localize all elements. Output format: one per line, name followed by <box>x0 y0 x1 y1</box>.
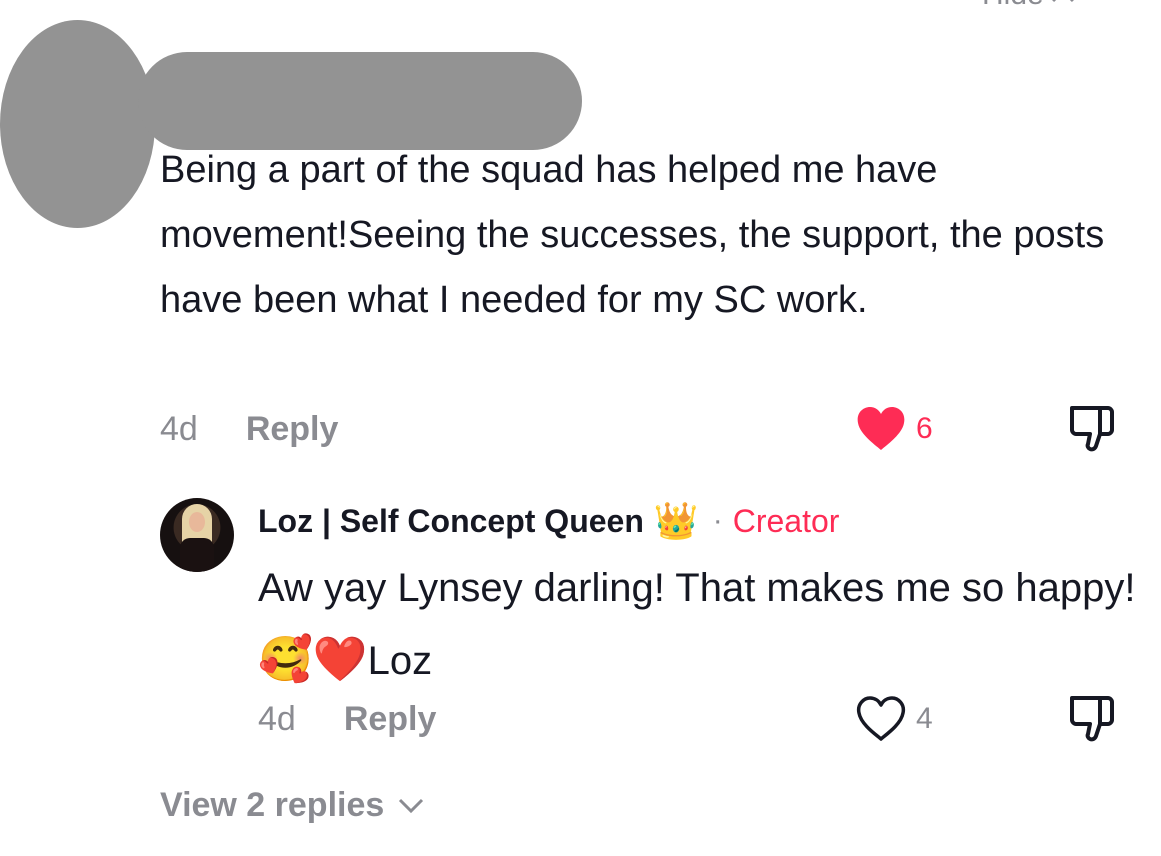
comment-age: 4d <box>160 410 198 448</box>
thumbs-down-icon <box>1070 406 1114 452</box>
comment-like-button[interactable]: 6 <box>856 406 933 452</box>
view-replies-label: View 2 replies <box>160 786 385 824</box>
hide-replies-button[interactable]: Hide <box>982 0 1076 12</box>
reply-header: Loz | Self Concept Queen 👑 · Creator <box>258 500 839 542</box>
hide-label: Hide <box>982 0 1044 12</box>
comment-reply-button[interactable]: Reply <box>246 410 339 449</box>
view-replies-button[interactable]: View 2 replies <box>160 786 426 825</box>
heart-filled-icon <box>857 407 905 450</box>
red-heart-emoji-icon: ❤️ <box>312 634 368 685</box>
reply-age: 4d <box>258 700 296 738</box>
reply-reply-button[interactable]: Reply <box>344 700 437 739</box>
comment-like-count: 6 <box>916 412 933 445</box>
reply-dislike-button[interactable] <box>1066 692 1118 744</box>
heart-outline-icon <box>856 696 906 741</box>
chevron-down-icon <box>399 798 424 813</box>
reply-text: Aw yay Lynsey darling! That makes me so … <box>258 552 1148 697</box>
redacted-username <box>138 52 582 150</box>
reply-like-count: 4 <box>916 702 933 735</box>
comment-meta: 4d Reply <box>160 410 338 449</box>
smiling-hearts-emoji-icon: 🥰 <box>258 634 313 685</box>
avatar-dress <box>180 538 214 572</box>
thumbs-down-icon <box>1070 696 1114 742</box>
reply-avatar[interactable] <box>160 498 234 572</box>
reply-author-name[interactable]: Loz | Self Concept Queen <box>258 503 644 540</box>
avatar-face <box>189 512 205 532</box>
separator-dot: · <box>712 504 723 537</box>
reply-signoff: Loz <box>367 639 433 683</box>
reply-meta: 4d Reply <box>258 700 436 739</box>
redacted-avatar <box>0 20 155 228</box>
crown-icon: 👑 <box>653 500 699 541</box>
comment-dislike-button[interactable] <box>1066 402 1118 454</box>
reply-text-main: Aw yay Lynsey darling! That makes me so … <box>258 566 1136 610</box>
creator-badge: Creator <box>732 502 840 539</box>
reply-like-button[interactable]: 4 <box>856 696 933 742</box>
comment-text: Being a part of the squad has helped me … <box>160 149 1105 321</box>
chevron-up-icon <box>1051 0 1074 3</box>
